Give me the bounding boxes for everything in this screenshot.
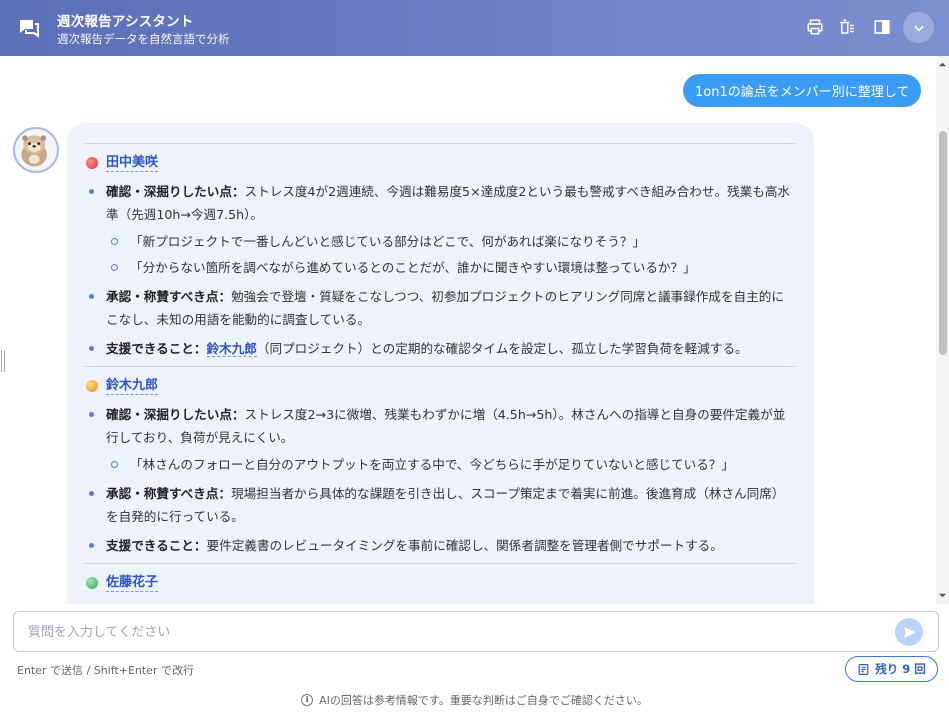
- header-title: 週次報告アシスタント: [57, 14, 194, 30]
- app-header: 週次報告アシスタント 週次報告データを自然言語で分析: [0, 0, 949, 56]
- scrollbar-thumb[interactable]: [939, 131, 947, 355]
- chat-area[interactable]: 1on1の論点をメンバー別に整理して 田中美咲 確認・深掘りしたい点：ストレス度…: [0, 56, 936, 604]
- print-button[interactable]: [804, 16, 826, 38]
- disclaimer: i AIの回答は参考情報です。重要な判断はご自身でご確認ください。: [0, 692, 949, 708]
- point-label: 確認・深掘りしたい点：: [106, 407, 245, 422]
- member-name-link[interactable]: 田中美咲: [106, 154, 159, 172]
- print-icon: [807, 19, 823, 35]
- status-dot-icon: [86, 157, 98, 169]
- toggle-panel-button[interactable]: [871, 16, 893, 38]
- point-label: 支援できること：: [106, 538, 207, 553]
- member-heading: 田中美咲: [84, 152, 796, 174]
- question-item: 「林さんのフォローと自分のアウトプットを両立する中で、今どちらに手が足りていない…: [106, 453, 796, 476]
- member-heading: 鈴木九郎: [84, 375, 796, 397]
- point-text: 要件定義書のレビュータイミングを事前に確認し、関係者調整を管理者側でサポートする…: [206, 538, 723, 553]
- question-list: 「新プロジェクトで一番しんどいと感じている部分はどこで、何があれば楽になりそう？…: [106, 230, 796, 279]
- scroll-down-arrow-icon[interactable]: [938, 591, 947, 600]
- point-label: 支援できること：: [106, 341, 207, 356]
- info-icon: i: [301, 694, 314, 706]
- scroll-up-arrow-icon[interactable]: [938, 60, 947, 69]
- member-mention-link[interactable]: 鈴木九郎: [206, 341, 257, 357]
- remaining-count-button[interactable]: 残り 9 回: [845, 656, 938, 682]
- otter-icon: [21, 135, 47, 167]
- clear-history-button[interactable]: [836, 16, 858, 38]
- question-list: 「林さんのフォローと自分のアウトプットを両立する中で、今どちらに手が足りていない…: [106, 453, 796, 476]
- status-dot-icon: [86, 380, 98, 392]
- message-input[interactable]: [28, 622, 888, 642]
- point-text: （同プロジェクト）との定期的な確認タイムを設定し、孤立した学習負荷を軽減する。: [256, 341, 748, 356]
- user-message: 1on1の論点をメンバー別に整理して: [683, 74, 922, 107]
- trash-list-icon: [840, 19, 854, 34]
- list-item: 承認・称賛すべき点：勉強会で登壇・質疑をこなしつつ、初参加プロジェクトのヒアリン…: [84, 285, 796, 331]
- member-name-link[interactable]: 鈴木九郎: [106, 377, 159, 395]
- member-points: 確認・深掘りしたい点：ストレス度2→3に微増、残業もわずかに増（4.5h→5h）…: [84, 403, 796, 557]
- list-item: 確認・深掘りしたい点：ストレス度2→3に微増、残業もわずかに増（4.5h→5h）…: [84, 403, 796, 476]
- assistant-avatar: [13, 127, 59, 173]
- collapse-button[interactable]: [903, 12, 934, 43]
- side-panel-icon: [874, 20, 890, 34]
- member-heading: 佐藤花子: [84, 572, 796, 594]
- member-name-link[interactable]: 佐藤花子: [106, 574, 159, 592]
- status-dot-icon: [86, 577, 98, 589]
- point-label: 承認・称賛すべき点：: [106, 289, 232, 304]
- assistant-message: 田中美咲 確認・深掘りしたい点：ストレス度4が2週連続、今週は難易度5×達成度2…: [67, 123, 814, 604]
- question-item: 「分からない箇所を調べながら進めているとのことだが、誰かに聞きやすい環境は整って…: [106, 256, 796, 279]
- question-item: 「新プロジェクトで一番しんどいと感じている部分はどこで、何があれば楽になりそう？…: [106, 230, 796, 253]
- divider: [84, 366, 796, 367]
- send-icon: [903, 626, 916, 638]
- member-points: 確認・深掘りしたい点：ストレス度4が2週連続、今週は難易度5×達成度2という最も…: [84, 180, 796, 360]
- message-input-box: [13, 611, 939, 652]
- header-subtitle: 週次報告データを自然言語で分析: [57, 32, 230, 46]
- point-label: 確認・深掘りしたい点：: [106, 184, 245, 199]
- list-item: 承認・称賛すべき点：現場担当者から具体的な課題を引き出し、スコープ策定まで着実に…: [84, 482, 796, 528]
- divider: [84, 563, 796, 564]
- list-item: 支援できること：要件定義書のレビュータイミングを事前に確認し、関係者調整を管理者…: [84, 534, 796, 557]
- remaining-count-label: 残り 9 回: [875, 662, 926, 676]
- point-label: 承認・称賛すべき点：: [106, 486, 232, 501]
- list-item: 確認・深掘りしたい点：ストレス度4が2週連続、今週は難易度5×達成度2という最も…: [84, 180, 796, 279]
- chat-icon: [20, 20, 39, 38]
- send-button[interactable]: [895, 618, 923, 646]
- list-item: 支援できること：鈴木九郎（同プロジェクト）との定期的な確認タイムを設定し、孤立し…: [84, 337, 796, 360]
- document-icon: [858, 663, 869, 675]
- keyboard-hint: Enter で送信 / Shift+Enter で改行: [17, 664, 194, 677]
- disclaimer-text: AIの回答は参考情報です。重要な判断はご自身でご確認ください。: [319, 694, 648, 707]
- chevron-down-icon: [913, 25, 924, 32]
- divider: [84, 143, 796, 144]
- resize-handle[interactable]: [1, 350, 5, 372]
